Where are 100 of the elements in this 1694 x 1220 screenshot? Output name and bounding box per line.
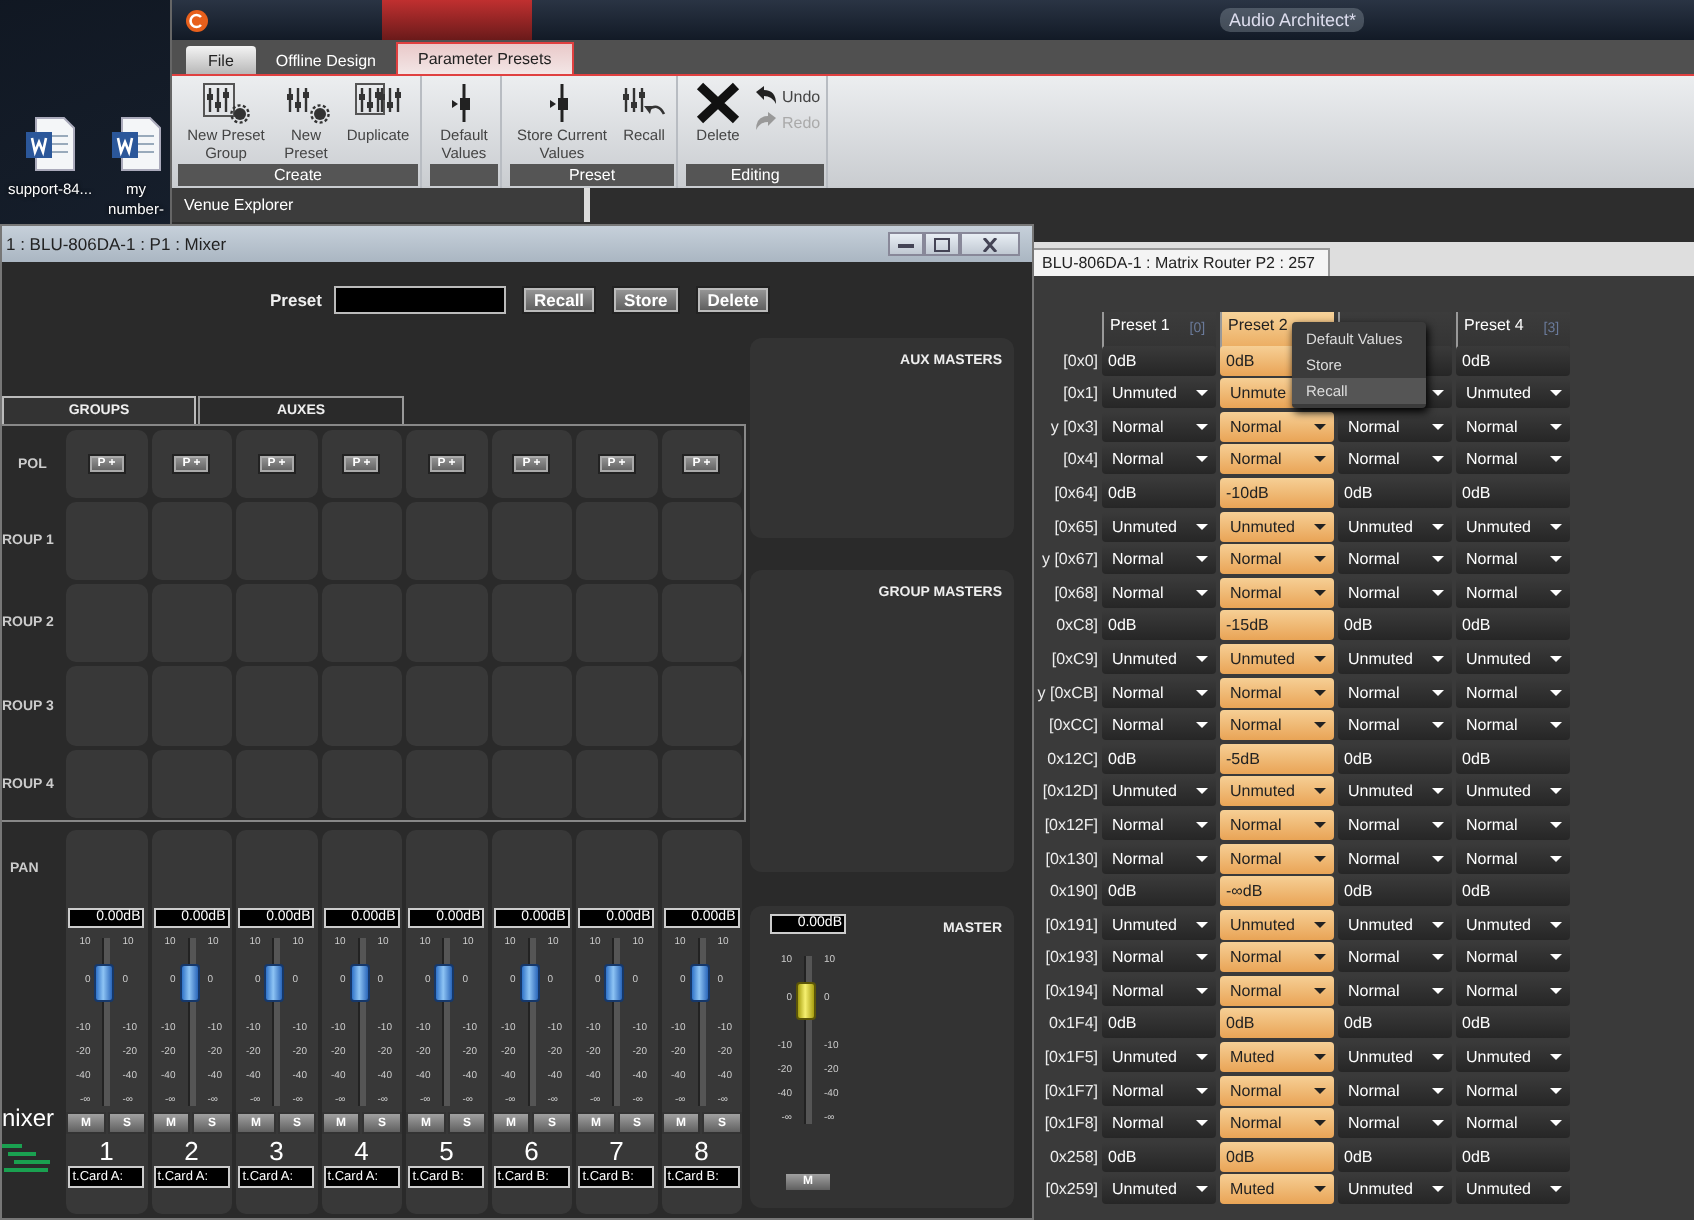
dropdown[interactable]: Normal	[1338, 843, 1452, 873]
dropdown[interactable]: Normal	[1338, 942, 1452, 973]
dropdown[interactable]: Normal	[1338, 809, 1452, 840]
minimize-button[interactable]	[888, 232, 924, 256]
dropdown[interactable]: Normal	[1338, 411, 1452, 442]
value-field[interactable]: 0dB	[1102, 477, 1216, 508]
value-field[interactable]: 0dB	[1456, 876, 1570, 907]
document-icon[interactable]	[110, 116, 162, 172]
dropdown[interactable]: Normal	[1102, 411, 1216, 442]
dropdown[interactable]: Unmuted	[1338, 511, 1452, 542]
value-field[interactable]: 0dB	[1102, 610, 1216, 641]
dropdown[interactable]: Normal	[1338, 577, 1452, 608]
preset-action-button[interactable]: Store	[612, 286, 680, 314]
dropdown[interactable]: Unmuted	[1102, 776, 1216, 807]
dropdown[interactable]: Normal	[1220, 942, 1334, 973]
dropdown[interactable]: Normal	[1220, 809, 1334, 840]
value-field[interactable]: 0dB	[1102, 1141, 1216, 1172]
dropdown[interactable]: Unmuted	[1220, 909, 1334, 940]
dropdown[interactable]: Normal	[1456, 677, 1570, 708]
value-field[interactable]: 0dB	[1220, 1141, 1334, 1172]
dropdown[interactable]: Unmuted	[1102, 511, 1216, 542]
dropdown[interactable]: Normal	[1102, 942, 1216, 973]
ribbon-small-button[interactable]: Undo	[754, 86, 821, 106]
dropdown[interactable]: Normal	[1102, 809, 1216, 840]
dropdown[interactable]: Normal	[1456, 444, 1570, 475]
dropdown[interactable]: Normal	[1102, 1075, 1216, 1106]
dropdown[interactable]: Unmuted	[1338, 1174, 1452, 1205]
value-field[interactable]: 0dB	[1338, 1008, 1452, 1039]
dropdown[interactable]: Muted	[1220, 1174, 1334, 1205]
fader-thumb[interactable]	[689, 964, 710, 1003]
close-button[interactable]	[960, 232, 1020, 256]
dropdown[interactable]: Normal	[1102, 843, 1216, 873]
value-field[interactable]: 0dB	[1456, 1008, 1570, 1039]
value-field[interactable]: 0dB	[1456, 610, 1570, 641]
dropdown[interactable]: Normal	[1220, 577, 1334, 608]
dropdown[interactable]: Normal	[1338, 677, 1452, 708]
dropdown[interactable]: Normal	[1456, 1108, 1570, 1139]
value-field[interactable]: 0dB	[1338, 743, 1452, 774]
dropdown[interactable]: Unmuted	[1456, 909, 1570, 940]
ribbon-tab[interactable]: Parameter Presets	[396, 42, 574, 74]
dropdown[interactable]: Normal	[1220, 411, 1334, 442]
value-field[interactable]: -15dB	[1220, 610, 1334, 641]
dropdown[interactable]: Unmuted	[1338, 643, 1452, 674]
dropdown[interactable]: Normal	[1456, 544, 1570, 575]
dropdown[interactable]: Normal	[1338, 710, 1452, 741]
preset-input-field[interactable]	[334, 286, 506, 314]
dropdown[interactable]: Unmuted	[1456, 1174, 1570, 1205]
dropdown[interactable]: Normal	[1456, 809, 1570, 840]
value-field[interactable]: -5dB	[1220, 743, 1334, 774]
dropdown[interactable]: Muted	[1220, 1042, 1334, 1073]
dropdown[interactable]: Normal	[1338, 975, 1452, 1006]
maximize-button[interactable]	[924, 232, 960, 256]
dropdown[interactable]: Normal	[1220, 843, 1334, 873]
dropdown[interactable]: Normal	[1338, 1075, 1452, 1106]
dropdown[interactable]: Normal	[1102, 677, 1216, 708]
dropdown[interactable]: Normal	[1220, 544, 1334, 575]
value-field[interactable]: 0dB	[1102, 743, 1216, 774]
dropdown[interactable]: Normal	[1220, 975, 1334, 1006]
fader-thumb[interactable]	[434, 964, 455, 1003]
value-field[interactable]: 0dB	[1456, 1141, 1570, 1172]
document-icon[interactable]	[24, 116, 76, 172]
ribbon-tab[interactable]: Offline Design	[259, 46, 392, 74]
dropdown[interactable]: Normal	[1456, 710, 1570, 741]
dropdown[interactable]: Unmuted	[1220, 776, 1334, 807]
dropdown[interactable]: Normal	[1220, 710, 1334, 741]
dropdown[interactable]: Normal	[1456, 843, 1570, 873]
fader-thumb[interactable]	[94, 964, 115, 1003]
value-field[interactable]: -10dB	[1220, 477, 1334, 508]
value-field[interactable]: 0dB	[1456, 477, 1570, 508]
preset-action-button[interactable]: Recall	[522, 286, 597, 314]
value-field[interactable]: 0dB	[1456, 743, 1570, 774]
dropdown[interactable]: Normal	[1338, 1108, 1452, 1139]
dropdown[interactable]: Normal	[1102, 1108, 1216, 1139]
dropdown[interactable]: Normal	[1102, 544, 1216, 575]
dropdown[interactable]: Unmuted	[1102, 1042, 1216, 1073]
value-field[interactable]: -∞dB	[1220, 876, 1334, 907]
dropdown[interactable]: Unmuted	[1102, 909, 1216, 940]
dropdown[interactable]: Normal	[1220, 1075, 1334, 1106]
dropdown[interactable]: Unmuted	[1456, 643, 1570, 674]
dropdown[interactable]: Unmuted	[1456, 776, 1570, 807]
fader-thumb[interactable]	[264, 964, 285, 1003]
dropdown[interactable]: Normal	[1456, 411, 1570, 442]
dropdown[interactable]: Normal	[1102, 444, 1216, 475]
dropdown[interactable]: Unmuted	[1102, 643, 1216, 674]
dropdown[interactable]: Normal	[1102, 975, 1216, 1006]
dropdown[interactable]: Normal	[1220, 1108, 1334, 1139]
fader-thumb[interactable]	[519, 964, 540, 1003]
value-field[interactable]: 0dB	[1338, 876, 1452, 907]
dropdown[interactable]: Normal	[1456, 975, 1570, 1006]
dropdown[interactable]: Unmuted	[1456, 511, 1570, 542]
dropdown[interactable]: Unmuted	[1220, 643, 1334, 674]
value-field[interactable]: 0dB	[1338, 610, 1452, 641]
dropdown[interactable]: Normal	[1102, 577, 1216, 608]
dropdown[interactable]: Unmuted	[1102, 378, 1216, 409]
dropdown[interactable]: Unmuted	[1456, 1042, 1570, 1073]
dropdown[interactable]: Normal	[1456, 942, 1570, 973]
preset-action-button[interactable]: Delete	[695, 286, 771, 314]
fader-thumb[interactable]	[604, 964, 625, 1003]
dropdown[interactable]: Unmuted	[1338, 776, 1452, 807]
dropdown[interactable]: Normal	[1102, 710, 1216, 741]
